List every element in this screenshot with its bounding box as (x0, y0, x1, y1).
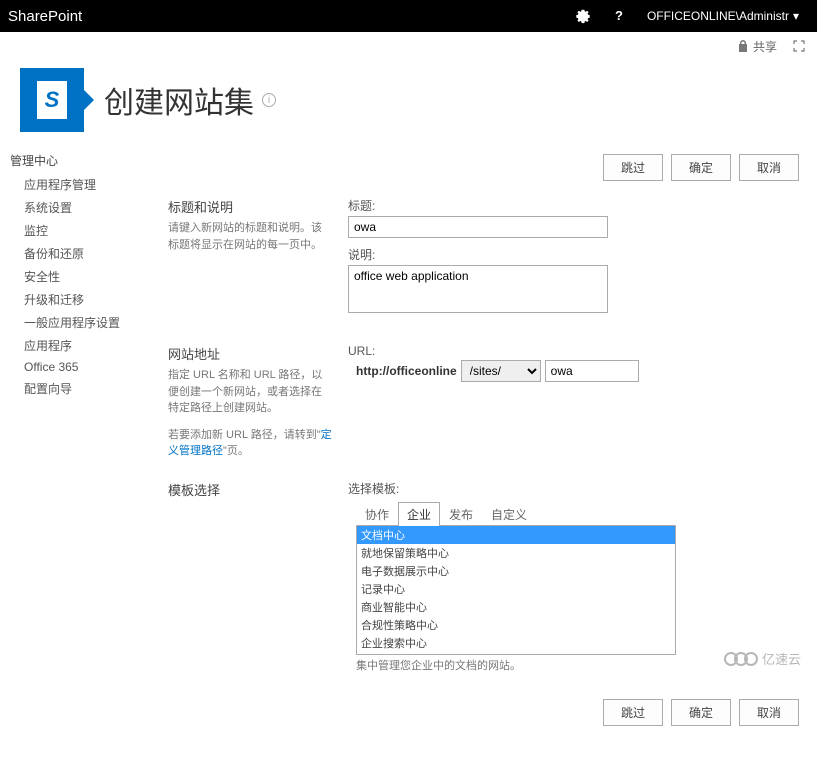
page-title-text: 创建网站集 (104, 78, 254, 122)
sidebar-item-monitor[interactable]: 监控 (8, 219, 140, 242)
top-bar: SharePoint ? OFFICEONLINE\Administr ▾ (0, 0, 817, 32)
url-path-select[interactable]: /sites/ (461, 360, 541, 382)
section-heading-title: 标题和说明 (168, 197, 332, 216)
template-opt-0[interactable]: 文档中心 (357, 526, 675, 544)
cancel-button-bottom[interactable]: 取消 (739, 699, 799, 726)
logo-arrow (84, 90, 94, 110)
sidebar-item-security[interactable]: 安全性 (8, 265, 140, 288)
sidebar-item-general[interactable]: 一般应用程序设置 (8, 311, 140, 334)
cancel-button-top[interactable]: 取消 (739, 154, 799, 181)
svg-text:?: ? (615, 8, 623, 23)
sidebar-item-app-mgmt[interactable]: 应用程序管理 (8, 173, 140, 196)
info-icon[interactable]: i (262, 93, 276, 107)
skip-button-bottom[interactable]: 跳过 (603, 699, 663, 726)
template-opt-2[interactable]: 电子数据展示中心 (357, 562, 675, 580)
sidebar-item-apps[interactable]: 应用程序 (8, 334, 140, 357)
page-header: S 创建网站集 i (0, 60, 817, 148)
tab-publish[interactable]: 发布 (440, 502, 482, 526)
section-help-url2: 若要添加新 URL 路径，请转到"定义管理路径"页。 (168, 427, 332, 460)
section-url: 网站地址 指定 URL 名称和 URL 路径，以便创建一个新网站，或者选择在特定… (168, 344, 799, 460)
url-label: URL: (348, 344, 799, 358)
title-label: 标题: (348, 197, 799, 214)
sidebar-root[interactable]: 管理中心 (8, 148, 140, 173)
main-layout: 管理中心 应用程序管理 系统设置 监控 备份和还原 安全性 升级和迁移 一般应用… (0, 148, 817, 762)
watermark-icon (728, 652, 758, 666)
desc-textarea[interactable] (348, 265, 608, 313)
gear-icon (575, 8, 591, 24)
help-icon: ? (611, 8, 627, 24)
sidebar: 管理中心 应用程序管理 系统设置 监控 备份和还原 安全性 升级和迁移 一般应用… (8, 148, 148, 762)
user-menu[interactable]: OFFICEONLINE\Administr ▾ (637, 9, 809, 23)
settings-gear-button[interactable] (565, 0, 601, 32)
sidebar-item-upgrade[interactable]: 升级和迁移 (8, 288, 140, 311)
title-input[interactable] (348, 216, 608, 238)
share-icon (737, 40, 749, 52)
template-opt-5[interactable]: 合规性策略中心 (357, 616, 675, 634)
sidebar-item-wizard[interactable]: 配置向导 (8, 377, 140, 400)
section-help-url: 指定 URL 名称和 URL 路径，以便创建一个新网站，或者选择在特定路径上创建… (168, 367, 332, 417)
skip-button-top[interactable]: 跳过 (603, 154, 663, 181)
share-label: 共享 (753, 38, 777, 55)
ok-button-bottom[interactable]: 确定 (671, 699, 731, 726)
brand-label: SharePoint (8, 8, 82, 25)
content-area: 跳过 确定 取消 标题和说明 请键入新网站的标题和说明。该标题将显示在网站的每一… (148, 148, 809, 762)
share-button[interactable]: 共享 (737, 38, 777, 55)
tab-custom[interactable]: 自定义 (482, 502, 536, 526)
section-title-desc: 标题和说明 请键入新网站的标题和说明。该标题将显示在网站的每一页中。 标题: 说… (168, 197, 799, 324)
template-label: 选择模板: (348, 480, 799, 497)
page-title: 创建网站集 i (104, 78, 276, 122)
sidebar-item-o365[interactable]: Office 365 (8, 357, 140, 377)
sidebar-item-system[interactable]: 系统设置 (8, 196, 140, 219)
tab-enterprise[interactable]: 企业 (398, 502, 440, 526)
section-heading-url: 网站地址 (168, 344, 332, 363)
desc-label: 说明: (348, 246, 799, 263)
sharepoint-logo: S (20, 68, 84, 132)
section-template: 模板选择 选择模板: 协作 企业 发布 自定义 文档中心 就地保留策略中心 电子… (168, 480, 799, 673)
chevron-down-icon: ▾ (793, 9, 799, 23)
url-name-input[interactable] (545, 360, 639, 382)
url-prefix: http://officeonline (356, 364, 457, 378)
watermark: 亿速云 (728, 649, 801, 668)
watermark-text: 亿速云 (762, 649, 801, 668)
ok-button-top[interactable]: 确定 (671, 154, 731, 181)
share-bar: 共享 (0, 32, 817, 60)
section-heading-template: 模板选择 (168, 480, 332, 499)
template-listbox[interactable]: 文档中心 就地保留策略中心 电子数据展示中心 记录中心 商业智能中心 合规性策略… (356, 525, 676, 655)
section-help-title: 请键入新网站的标题和说明。该标题将显示在网站的每一页中。 (168, 220, 332, 253)
button-row-bottom: 跳过 确定 取消 (168, 693, 799, 742)
focus-icon (793, 40, 805, 52)
template-opt-1[interactable]: 就地保留策略中心 (357, 544, 675, 562)
help-button[interactable]: ? (601, 0, 637, 32)
focus-button[interactable] (793, 40, 805, 52)
logo-s-glyph: S (37, 81, 67, 119)
tab-collaboration[interactable]: 协作 (356, 502, 398, 526)
template-opt-4[interactable]: 商业智能中心 (357, 598, 675, 616)
template-tabs: 协作 企业 发布 自定义 (356, 501, 799, 525)
template-opt-3[interactable]: 记录中心 (357, 580, 675, 598)
template-opt-6[interactable]: 企业搜索中心 (357, 634, 675, 652)
button-row-top: 跳过 确定 取消 (168, 148, 799, 197)
sidebar-item-backup[interactable]: 备份和还原 (8, 242, 140, 265)
user-label: OFFICEONLINE\Administr (647, 9, 789, 23)
